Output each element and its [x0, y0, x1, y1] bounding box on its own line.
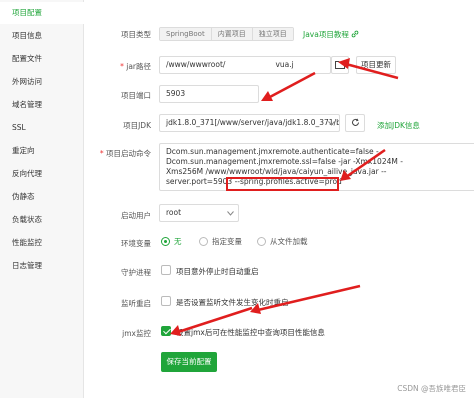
jmx-checkbox[interactable] [161, 326, 171, 336]
sidebar-item-rewrite[interactable]: 伪静态 [0, 186, 84, 208]
jdk-select-value: jdk1.8.0_371[/www/server/java/jdk1.8.0_3… [166, 118, 340, 127]
sidebar-item-performance[interactable]: 性能监控 [0, 232, 84, 254]
link-icon [351, 30, 359, 38]
watch-restart-checkbox[interactable] [161, 296, 171, 306]
env-radio-none[interactable]: 无 [161, 236, 182, 247]
jdk-select[interactable]: jdk1.8.0_371[/www/server/java/jdk1.8.0_3… [159, 114, 340, 132]
project-update-button[interactable]: 项目更新 [356, 56, 396, 74]
watch-restart-label: 监听重启 [121, 299, 151, 308]
add-jdk-link[interactable]: 添加JDK信息 [377, 120, 420, 131]
radio-dot [199, 237, 208, 246]
jmx-text: 设置jmx后可在性能监控中查询项目性能信息 [176, 328, 325, 337]
sidebar-item-logs[interactable]: 日志管理 [0, 255, 84, 277]
port-label: 项目端口 [121, 91, 151, 100]
sidebar-item-project-config[interactable]: 项目配置 [0, 2, 84, 24]
watch-restart-text: 是否设置监听文件发生变化时重启 [176, 298, 289, 307]
jmx-label: jmx监控 [122, 329, 151, 338]
daemon-checkbox[interactable] [161, 265, 171, 275]
save-config-button[interactable]: 保存当前配置 [161, 352, 217, 372]
sidebar-item-redirect[interactable]: 重定向 [0, 140, 84, 162]
refresh-icon [351, 118, 359, 126]
type-option-standalone[interactable]: 独立项目 [252, 28, 293, 40]
port-input[interactable]: 5903 [159, 85, 259, 103]
sidebar: 项目配置 项目信息 配置文件 外网访问 域名管理 SSL 重定向 反向代理 伪静… [0, 0, 84, 398]
project-type-label: 项目类型 [121, 30, 151, 39]
java-tutorial-link[interactable]: Java项目教程 [303, 29, 359, 40]
type-option-springboot[interactable]: SpringBoot [160, 28, 212, 40]
sidebar-item-external-access[interactable]: 外网访问 [0, 71, 84, 93]
jar-path-input[interactable]: /www/wwwroot/ vua.j [159, 56, 331, 74]
jdk-label: 项目JDK [123, 121, 151, 130]
daemon-text: 项目意外停止时自动重启 [176, 267, 259, 276]
watermark: CSDN @吾族唯君臣 [397, 384, 466, 393]
daemon-label: 守护进程 [121, 268, 151, 277]
refresh-jdk-button[interactable] [345, 114, 365, 132]
cmd-line-2: Dcom.sun.management.jmxremote.ssl=false … [166, 157, 403, 166]
run-user-label: 启动用户 [121, 211, 151, 220]
highlight-box [226, 177, 339, 191]
radio-dot [161, 237, 170, 246]
env-radio-specify[interactable]: 指定变量 [199, 236, 242, 247]
chevron-down-icon [227, 211, 234, 216]
sidebar-item-domain[interactable]: 域名管理 [0, 94, 84, 116]
type-option-builtin[interactable]: 内置项目 [211, 28, 253, 40]
cmd-line-3: Xms256M /www/wwwroot/wld/java/caiyun_ail… [166, 167, 387, 176]
java-tutorial-text: Java项目教程 [303, 30, 349, 39]
env-radio-file[interactable]: 从文件加载 [257, 236, 308, 247]
sidebar-item-config-file[interactable]: 配置文件 [0, 48, 84, 70]
chevron-down-icon [328, 121, 335, 126]
run-user-value: root [166, 208, 182, 217]
browse-folder-button[interactable] [331, 56, 349, 74]
cmd-line-1: Dcom.sun.management.jmxremote.authentica… [166, 147, 379, 156]
project-type-segmented: SpringBoot 内置项目 独立项目 [159, 27, 294, 41]
sidebar-item-project-info[interactable]: 项目信息 [0, 25, 84, 47]
folder-icon [335, 61, 345, 69]
run-user-select[interactable]: root [159, 204, 239, 222]
sidebar-item-ssl[interactable]: SSL [0, 117, 84, 139]
project-config-form: 项目类型 SpringBoot 内置项目 独立项目 Java项目教程 * jar… [85, 0, 474, 398]
radio-dot [257, 237, 266, 246]
start-cmd-label: * 项目启动命令 [99, 149, 151, 158]
sidebar-item-reverse-proxy[interactable]: 反向代理 [0, 163, 84, 185]
env-label: 环境变量 [121, 239, 151, 248]
sidebar-item-load-status[interactable]: 负载状态 [0, 209, 84, 231]
jar-path-label: * jar路径 [120, 62, 151, 71]
